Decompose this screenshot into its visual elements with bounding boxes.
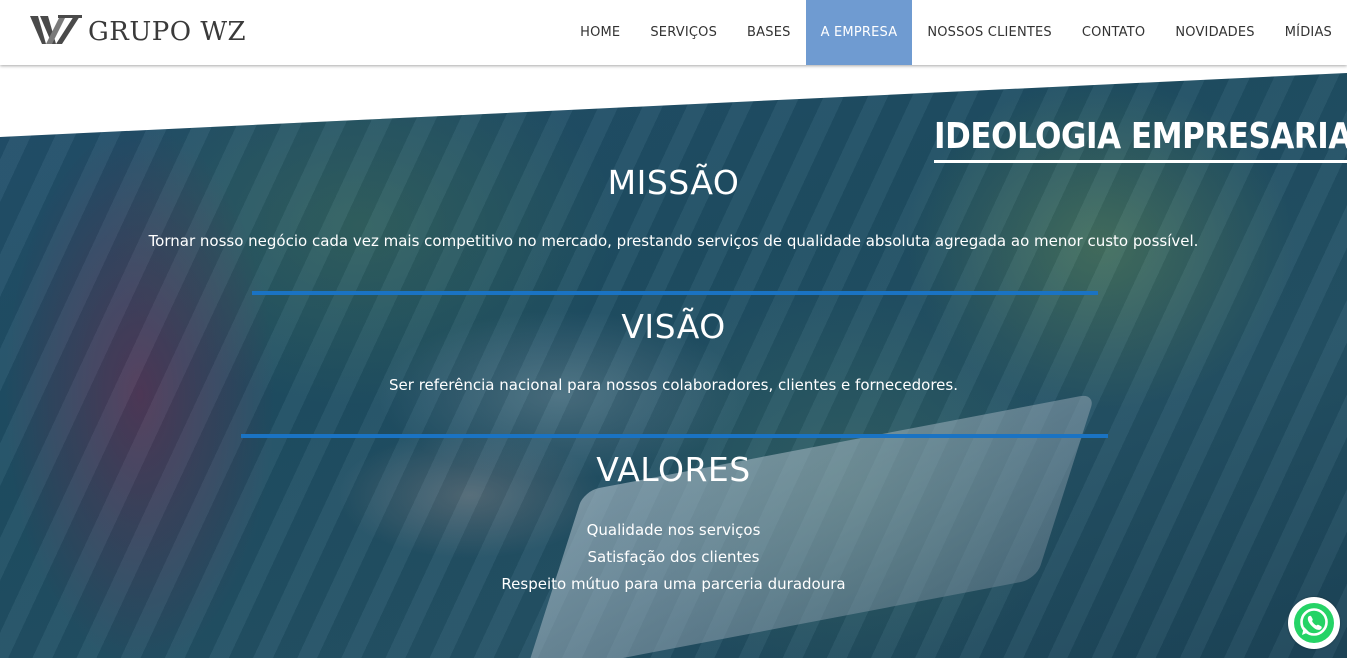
- nav-item-novidades[interactable]: NOVIDADES: [1160, 0, 1269, 65]
- nav-item-nossos-clientes[interactable]: NOSSOS CLIENTES: [912, 0, 1067, 65]
- nav-item-a-empresa[interactable]: A EMPRESA: [805, 0, 913, 65]
- nav-item-contato[interactable]: CONTATO: [1067, 0, 1160, 65]
- wz-logo-icon: [30, 15, 82, 44]
- valores-list: Qualidade nos serviços Satisfação dos cl…: [0, 517, 1347, 598]
- valores-item: Respeito mútuo para uma parceria duradou…: [501, 575, 846, 593]
- nav-item-bases[interactable]: BASES: [732, 0, 806, 65]
- site-header: GRUPO WZ HOME SERVIÇOS BASES A EMPRESA N…: [0, 0, 1347, 65]
- whatsapp-button[interactable]: [1288, 597, 1340, 649]
- brand-logo[interactable]: GRUPO WZ: [30, 14, 246, 50]
- visao-heading: VISÃO: [621, 307, 726, 346]
- hero-section: IDEOLOGIA EMPRESARIAL MISSÃO Tornar noss…: [0, 65, 1347, 658]
- visao-text: Ser referência nacional para nossos cola…: [389, 376, 958, 394]
- missao-divider: [252, 291, 1098, 295]
- valores-item: Qualidade nos serviços: [586, 521, 761, 539]
- valores-heading: VALORES: [596, 450, 751, 489]
- brand-name: GRUPO WZ: [88, 17, 247, 47]
- nav-item-servicos[interactable]: SERVIÇOS: [635, 0, 732, 65]
- visao-divider: [241, 434, 1108, 438]
- whatsapp-icon: [1294, 603, 1334, 643]
- nav-item-home[interactable]: HOME: [565, 0, 635, 65]
- valores-item: Satisfação dos clientes: [587, 548, 760, 566]
- page-title: IDEOLOGIA EMPRESARIAL: [934, 116, 1347, 157]
- nav-item-midias[interactable]: MÍDIAS: [1270, 0, 1347, 65]
- missao-heading: MISSÃO: [607, 163, 740, 202]
- main-nav: HOME SERVIÇOS BASES A EMPRESA NOSSOS CLI…: [565, 0, 1347, 65]
- missao-text: Tornar nosso negócio cada vez mais compe…: [148, 232, 1199, 250]
